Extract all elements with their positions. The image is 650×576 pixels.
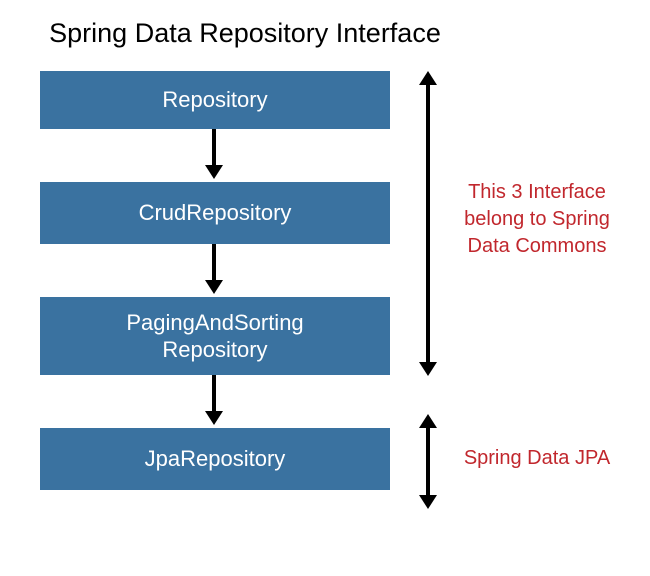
annotation-jpa: Spring Data JPA — [457, 445, 617, 472]
box-crud-repository: CrudRepository — [40, 182, 390, 244]
flow-arrow-3 — [210, 375, 218, 425]
box-repository: Repository — [40, 71, 390, 129]
box-label: PagingAndSorting Repository — [126, 309, 303, 364]
flow-arrow-1 — [210, 129, 218, 179]
box-label: Repository — [162, 86, 267, 114]
diagram-title: Spring Data Repository Interface — [0, 0, 490, 59]
flow-arrow-2 — [210, 244, 218, 294]
box-label: JpaRepository — [145, 445, 286, 473]
bracket-arrow-commons — [419, 71, 437, 376]
annotation-commons: This 3 Interface belong to Spring Data C… — [452, 179, 622, 260]
box-paging-sorting-repository: PagingAndSorting Repository — [40, 297, 390, 375]
box-label: CrudRepository — [139, 199, 292, 227]
bracket-arrow-jpa — [419, 414, 437, 509]
diagram-area: Repository CrudRepository PagingAndSorti… — [0, 59, 650, 569]
box-jpa-repository: JpaRepository — [40, 428, 390, 490]
